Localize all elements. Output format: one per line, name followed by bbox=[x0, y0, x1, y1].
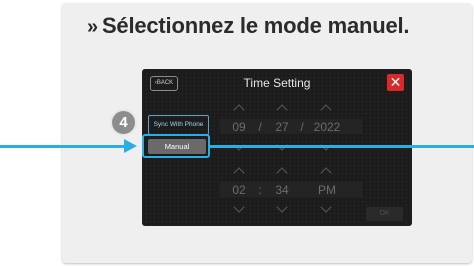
day-value[interactable]: 27 bbox=[271, 120, 293, 134]
back-button[interactable]: ‹BACK bbox=[150, 76, 178, 91]
time-separator: : bbox=[258, 183, 262, 197]
instruction-heading: » Sélectionnez le mode manuel. bbox=[87, 13, 410, 39]
double-chevron-icon: » bbox=[87, 16, 98, 38]
ampm-value[interactable]: PM bbox=[314, 183, 340, 197]
minute-value[interactable]: 34 bbox=[271, 183, 293, 197]
year-value[interactable]: 2022 bbox=[310, 120, 344, 134]
date-separator: / bbox=[300, 120, 304, 134]
pointer-line-right bbox=[210, 145, 474, 148]
month-value[interactable]: 09 bbox=[228, 120, 250, 134]
close-button[interactable]: ✕ bbox=[387, 74, 404, 91]
pointer-arrow-head-icon bbox=[124, 139, 137, 153]
close-icon: ✕ bbox=[389, 74, 402, 90]
back-label: BACK bbox=[156, 80, 174, 86]
instruction-text: Sélectionnez le mode manuel. bbox=[101, 13, 410, 38]
manual-button[interactable]: Manual bbox=[148, 139, 206, 154]
screen-title: Time Setting bbox=[243, 76, 311, 90]
step-number-badge: 4 bbox=[110, 109, 137, 136]
date-separator: / bbox=[258, 120, 262, 134]
sync-with-phone-button[interactable]: Sync With Phone bbox=[148, 115, 209, 135]
hour-value[interactable]: 02 bbox=[228, 183, 250, 197]
ok-button[interactable]: OK bbox=[366, 207, 403, 221]
pointer-arrow-line bbox=[0, 145, 125, 148]
